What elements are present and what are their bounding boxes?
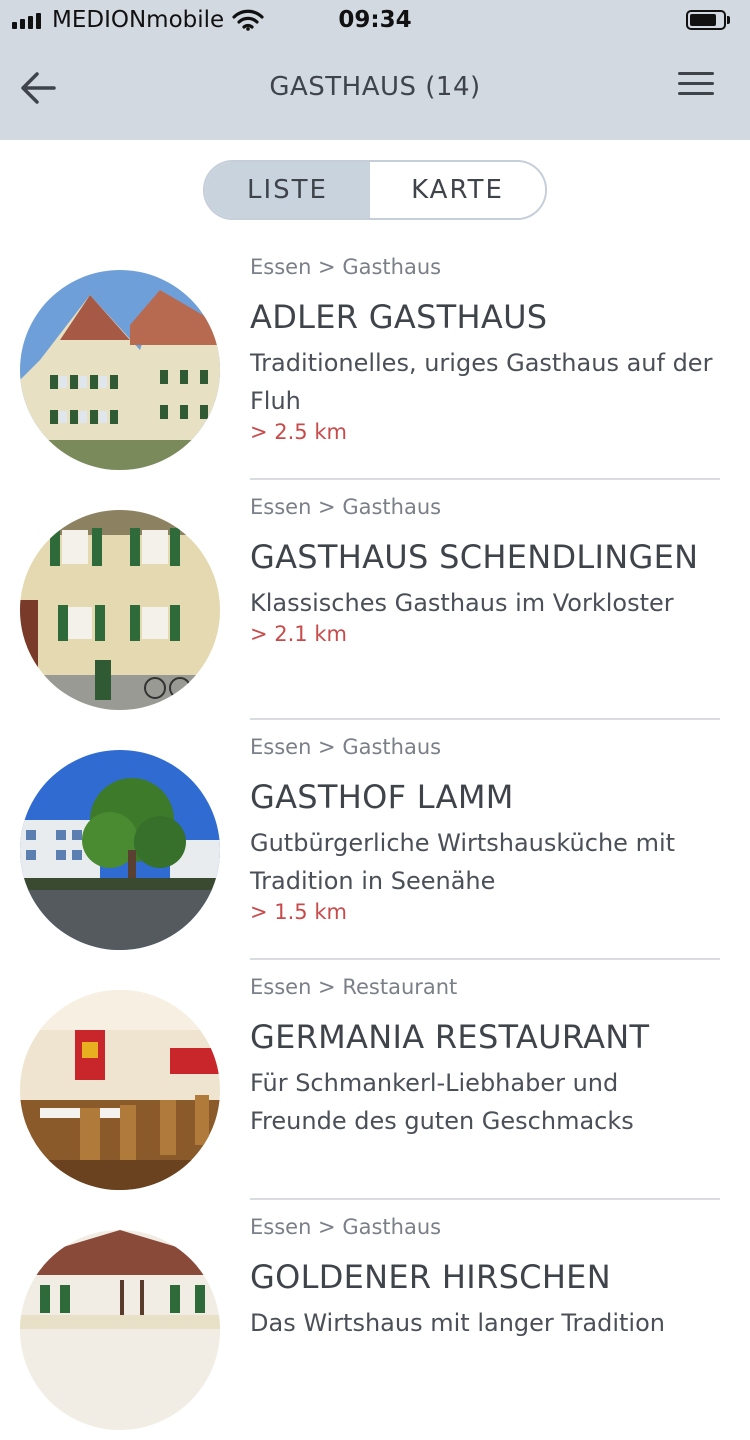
status-bar: MEDIONmobile 09:34 bbox=[0, 0, 750, 40]
menu-button[interactable] bbox=[676, 70, 716, 100]
item-distance: > 1.5 km bbox=[250, 900, 347, 924]
navigation-bar: GASTHAUS (14) bbox=[0, 40, 750, 140]
battery-icon bbox=[686, 10, 730, 30]
status-time: 09:34 bbox=[338, 7, 412, 33]
item-image bbox=[20, 1230, 220, 1430]
item-title: GASTHOF LAMM bbox=[250, 778, 514, 816]
list-item-gasthof-lamm[interactable]: Essen > Gasthaus GASTHOF LAMM Gutbürgerl… bbox=[0, 720, 750, 960]
tab-map[interactable]: KARTE bbox=[370, 162, 545, 218]
item-description: Gutbürgerliche Wirtshausküche mit Tradit… bbox=[250, 829, 676, 895]
list-item-germania-restaurant[interactable]: Essen > Restaurant GERMANIA RESTAURANT F… bbox=[0, 960, 750, 1200]
item-category: Essen > Gasthaus bbox=[250, 735, 442, 759]
item-image bbox=[20, 990, 220, 1190]
item-title: GERMANIA RESTAURANT bbox=[250, 1018, 650, 1056]
list-item-gasthaus-schendlingen[interactable]: Essen > Gasthaus GASTHAUS SCHENDLINGEN K… bbox=[0, 480, 750, 720]
list-item-adler-gasthaus[interactable]: Essen > Gasthaus ADLER GASTHAUS Traditio… bbox=[0, 240, 750, 480]
item-title: ADLER GASTHAUS bbox=[250, 298, 548, 336]
item-category: Essen > Gasthaus bbox=[250, 1215, 442, 1239]
list-item-goldener-hirschen[interactable]: Essen > Gasthaus GOLDENER HIRSCHEN Das W… bbox=[0, 1200, 750, 1440]
item-image bbox=[20, 270, 220, 470]
item-distance: > 2.1 km bbox=[250, 622, 347, 646]
item-distance: > 2.5 km bbox=[250, 420, 347, 444]
item-image bbox=[20, 510, 220, 710]
tab-list[interactable]: LISTE bbox=[205, 162, 370, 218]
item-description: Klassisches Gasthaus im Vorkloster bbox=[250, 589, 674, 617]
item-title: GASTHAUS SCHENDLINGEN bbox=[250, 538, 699, 576]
item-description: Traditionelles, uriges Gasthaus auf der … bbox=[250, 349, 713, 415]
page-title: GASTHAUS (14) bbox=[269, 72, 481, 102]
item-category: Essen > Gasthaus bbox=[250, 495, 442, 519]
item-title: GOLDENER HIRSCHEN bbox=[250, 1258, 611, 1296]
item-category: Essen > Gasthaus bbox=[250, 255, 442, 279]
item-image bbox=[20, 750, 220, 950]
item-description: Das Wirtshaus mit langer Tradition bbox=[250, 1309, 665, 1337]
view-toggle: LISTE KARTE bbox=[203, 160, 547, 220]
item-description: Für Schmankerl-Liebhaber und Freunde des… bbox=[250, 1069, 634, 1135]
item-category: Essen > Restaurant bbox=[250, 975, 458, 999]
